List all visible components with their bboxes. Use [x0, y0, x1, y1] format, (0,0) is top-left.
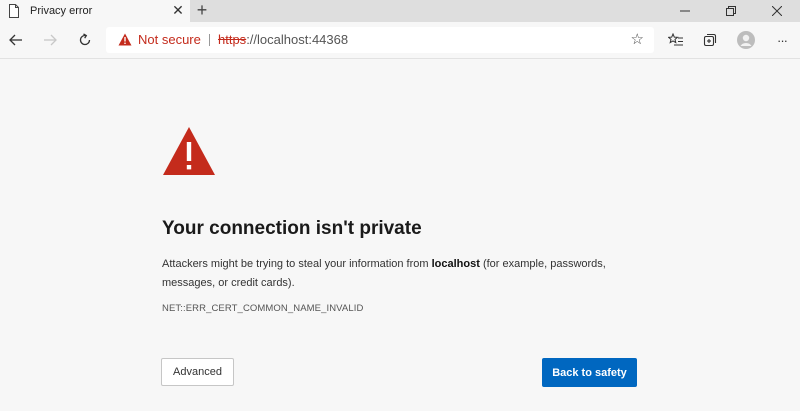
- browser-window: Privacy error ✕ + Not secure https://loc…: [0, 0, 800, 411]
- back-to-safety-button[interactable]: Back to safety: [542, 358, 637, 387]
- url-text[interactable]: https://localhost:44368: [218, 32, 348, 48]
- restore-icon[interactable]: [708, 0, 754, 22]
- new-tab-button[interactable]: +: [192, 1, 212, 21]
- error-page: Your connection isn't private Attackers …: [0, 59, 800, 411]
- url-scheme: https: [218, 32, 247, 47]
- description-text-start: Attackers might be trying to steal your …: [162, 258, 432, 270]
- back-arrow-icon[interactable]: [4, 28, 28, 52]
- more-options-icon[interactable]: ···: [770, 28, 794, 52]
- profile-icon[interactable]: [734, 28, 758, 52]
- advanced-button[interactable]: Advanced: [161, 358, 234, 386]
- tab-privacy-error[interactable]: Privacy error ✕: [0, 0, 190, 22]
- forward-arrow-icon[interactable]: [38, 28, 62, 52]
- favorites-icon[interactable]: [664, 28, 688, 52]
- toolbar: Not secure https://localhost:44368 ☆ ···: [0, 22, 800, 59]
- address-bar[interactable]: Not secure https://localhost:44368 ☆: [106, 27, 654, 53]
- page-icon: [8, 4, 20, 18]
- collections-icon[interactable]: [698, 28, 722, 52]
- url-host: ://localhost:44368: [246, 32, 349, 47]
- error-description: Attackers might be trying to steal your …: [162, 255, 632, 293]
- tab-strip: Privacy error ✕ +: [0, 0, 800, 22]
- minimize-icon[interactable]: [662, 0, 708, 22]
- favorite-star-icon[interactable]: ☆: [631, 31, 644, 49]
- warning-triangle-icon[interactable]: [118, 33, 132, 46]
- description-host: localhost: [431, 258, 480, 270]
- close-icon[interactable]: [754, 0, 800, 22]
- large-warning-icon: [162, 126, 216, 176]
- tab-close-icon[interactable]: ✕: [170, 2, 186, 18]
- tab-title: Privacy error: [30, 5, 93, 17]
- page-title: Your connection isn't private: [162, 218, 422, 239]
- refresh-icon[interactable]: [73, 28, 97, 52]
- error-code: NET::ERR_CERT_COMMON_NAME_INVALID: [162, 303, 364, 314]
- address-separator: [209, 34, 210, 46]
- not-secure-label[interactable]: Not secure: [138, 32, 201, 48]
